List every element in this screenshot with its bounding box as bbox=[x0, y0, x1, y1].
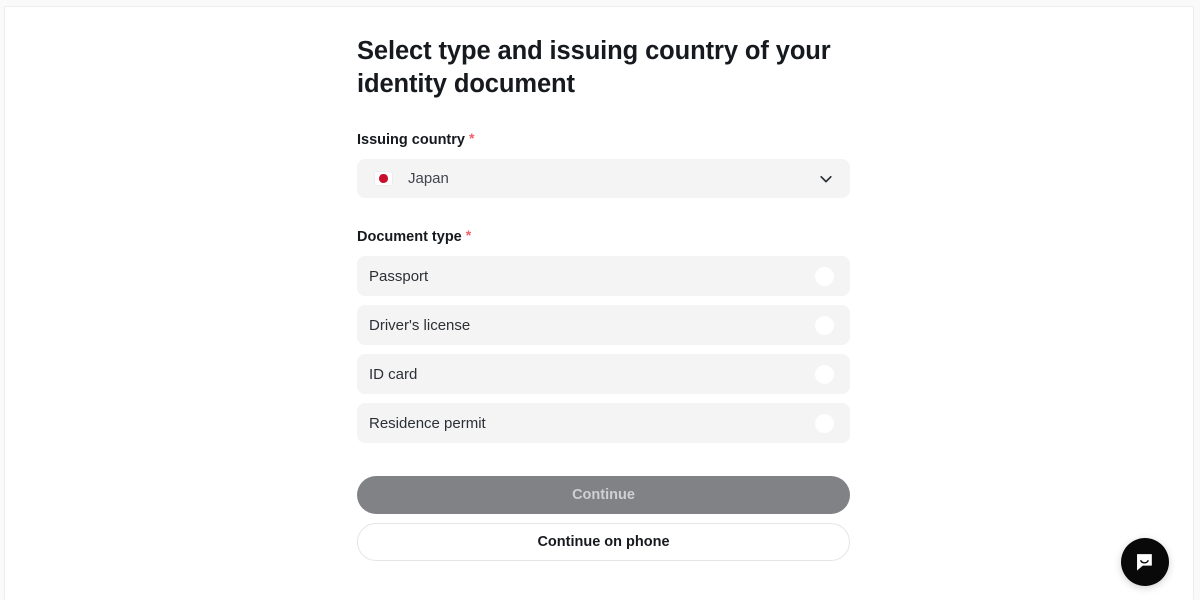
issuing-country-label-text: Issuing country bbox=[357, 132, 465, 148]
verification-form: Select type and issuing country of your … bbox=[357, 7, 850, 561]
radio-button[interactable] bbox=[815, 364, 834, 384]
japan-flag-sun bbox=[379, 174, 388, 183]
document-type-label-text: Document type bbox=[357, 229, 462, 245]
radio-button[interactable] bbox=[815, 315, 834, 335]
option-passport[interactable]: Passport bbox=[357, 256, 850, 296]
issuing-country-value: Japan bbox=[408, 170, 449, 187]
option-label: Driver's license bbox=[369, 316, 471, 334]
chat-bubble-smile-icon bbox=[1136, 553, 1152, 571]
option-label: ID card bbox=[369, 365, 418, 383]
option-label: Passport bbox=[369, 267, 429, 285]
option-label: Residence permit bbox=[369, 414, 486, 432]
japan-flag-icon bbox=[375, 172, 392, 185]
document-type-options: Passport Driver's license ID card Reside… bbox=[357, 256, 850, 443]
continue-button[interactable]: Continue bbox=[357, 476, 850, 514]
issuing-country-label: Issuing country * bbox=[357, 131, 850, 149]
browser-viewport: Select type and issuing country of your … bbox=[0, 0, 1200, 600]
option-id-card[interactable]: ID card bbox=[357, 354, 850, 394]
option-drivers-license[interactable]: Driver's license bbox=[357, 305, 850, 345]
form-actions: Continue Continue on phone bbox=[357, 476, 850, 561]
page-surface: Select type and issuing country of your … bbox=[4, 6, 1194, 600]
required-asterisk: * bbox=[465, 227, 472, 243]
option-residence-permit[interactable]: Residence permit bbox=[357, 403, 850, 443]
continue-on-phone-button[interactable]: Continue on phone bbox=[357, 523, 850, 561]
radio-button[interactable] bbox=[815, 266, 834, 286]
document-type-label: Document type * bbox=[357, 228, 850, 246]
issuing-country-select[interactable]: Japan bbox=[357, 159, 850, 198]
chevron-down-icon bbox=[820, 175, 832, 182]
chat-launcher-button[interactable] bbox=[1121, 538, 1169, 586]
radio-button[interactable] bbox=[815, 413, 834, 433]
required-asterisk: * bbox=[468, 130, 475, 146]
page-title: Select type and issuing country of your … bbox=[357, 37, 831, 98]
